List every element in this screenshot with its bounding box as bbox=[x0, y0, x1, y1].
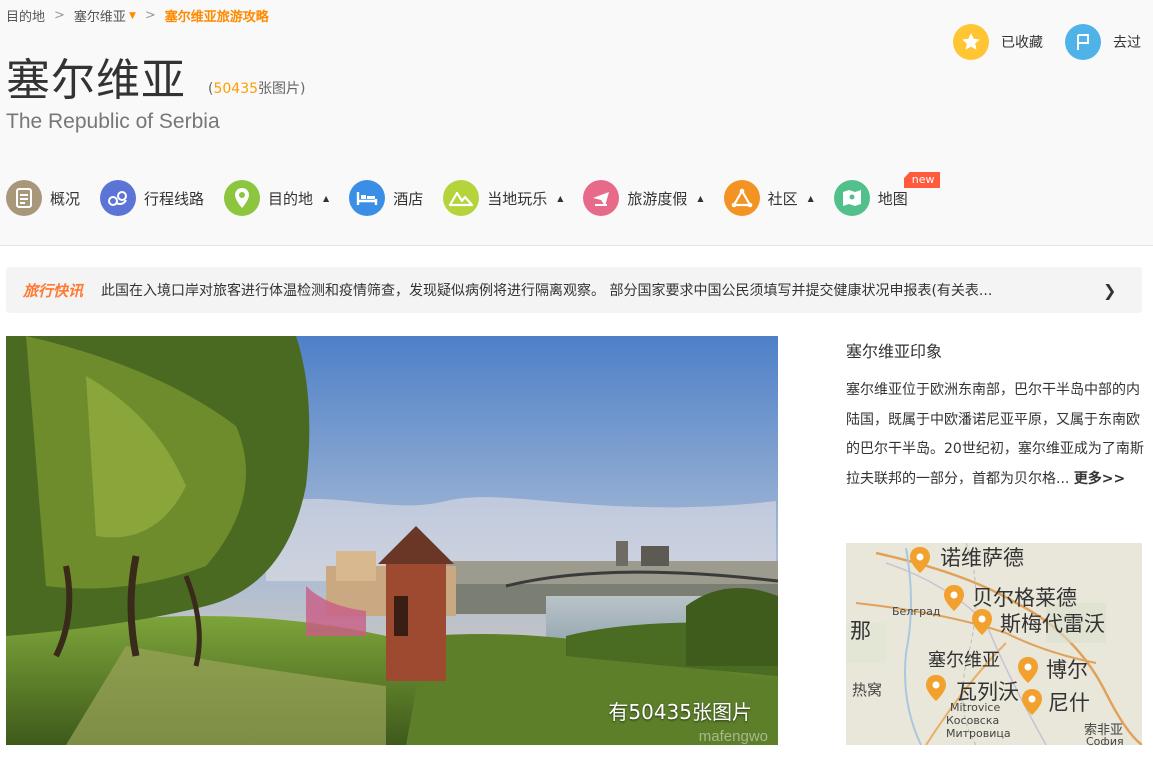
mountain-icon bbox=[443, 180, 480, 216]
news-tag: 旅行快讯 bbox=[23, 281, 84, 300]
nav-label: 目的地 bbox=[268, 189, 314, 208]
impression-title: 塞尔维亚印象 bbox=[846, 342, 943, 361]
page-subtitle: The Republic of Serbia bbox=[6, 110, 220, 133]
page-header: 目的地 > 塞尔维亚 ▼ > 塞尔维亚旅游攻略 塞尔维亚 (50435张图片) … bbox=[0, 0, 1153, 246]
dropdown-caret-icon: ▲ bbox=[697, 193, 704, 203]
dropdown-caret-icon: ▲ bbox=[807, 193, 814, 203]
breadcrumb-country[interactable]: 塞尔维亚 bbox=[74, 6, 126, 25]
impression-panel: 塞尔维亚印象 塞尔维亚位于欧洲东南部，巴尔干半岛中部的内陆国，既属于中欧潘诺尼亚… bbox=[846, 336, 1146, 494]
watermark-logo: mafengwo bbox=[698, 728, 768, 745]
map-pin-label: 诺维萨德 bbox=[940, 546, 1024, 570]
map-label: София bbox=[1086, 735, 1124, 745]
photo-count-number: 50435 bbox=[213, 81, 259, 97]
map-label: Митровица bbox=[946, 727, 1011, 740]
nav-label: 社区 bbox=[767, 189, 798, 208]
route-icon bbox=[100, 180, 137, 216]
chevron-right-icon[interactable]: ❯ bbox=[1103, 281, 1116, 300]
hero-photo[interactable]: 有50435张图片 mafengwo bbox=[6, 336, 778, 745]
nav-label: 地图 bbox=[877, 189, 908, 208]
breadcrumb: 目的地 > 塞尔维亚 ▼ > 塞尔维亚旅游攻略 bbox=[6, 6, 269, 25]
map-pin-label: 博尔 bbox=[1046, 658, 1088, 682]
header-actions: 已收藏 去过 bbox=[953, 24, 1141, 60]
country-map[interactable]: 那 热窝 塞尔维亚 Белград Mitrovice Косовска Мит… bbox=[846, 543, 1142, 745]
nav-item-destination[interactable]: 目的地 ▲ bbox=[224, 180, 329, 216]
map-label: Косовска bbox=[946, 714, 999, 727]
map-label: 那 bbox=[850, 619, 871, 643]
map-image: 那 热窝 塞尔维亚 Белград Mitrovice Косовска Мит… bbox=[846, 543, 1142, 745]
breadcrumb-separator: > bbox=[54, 8, 65, 23]
caret-down-icon[interactable]: ▼ bbox=[129, 11, 136, 21]
photo-count-suffix: 张图片) bbox=[258, 81, 306, 97]
map-country-label: 塞尔维亚 bbox=[928, 650, 1000, 671]
flag-icon bbox=[1065, 24, 1101, 60]
collected-button[interactable]: 已收藏 bbox=[953, 24, 1043, 60]
overview-icon bbox=[6, 180, 42, 216]
visited-button[interactable]: 去过 bbox=[1065, 24, 1141, 60]
location-pin-icon bbox=[224, 180, 261, 216]
photo-count[interactable]: (50435张图片) bbox=[208, 78, 305, 98]
dropdown-caret-icon: ▲ bbox=[323, 193, 330, 203]
nav-item-route[interactable]: 行程线路 bbox=[100, 180, 204, 216]
nav-item-overview[interactable]: 概况 bbox=[6, 180, 80, 216]
breadcrumb-destination[interactable]: 目的地 bbox=[6, 6, 45, 25]
plane-icon bbox=[583, 180, 620, 216]
news-text: 此国在入境口岸对旅客进行体温检测和疫情筛查，发现疑似病例将进行隔离观察。 部分国… bbox=[101, 283, 993, 299]
nav-item-vacation[interactable]: 旅游度假 ▲ bbox=[583, 180, 704, 216]
hero-landscape-image bbox=[6, 336, 778, 745]
hero-photo-count[interactable]: 有50435张图片 bbox=[608, 696, 752, 725]
visited-label: 去过 bbox=[1113, 35, 1141, 51]
bed-icon bbox=[349, 180, 386, 216]
nav-label: 行程线路 bbox=[144, 189, 205, 208]
main-nav: 概况 行程线路 目的地 ▲ 酒店 当地玩乐 ▲ 旅游度假 ▲ 社区 ▲ 地图 n… bbox=[6, 172, 941, 216]
collected-label: 已收藏 bbox=[1001, 35, 1043, 51]
nav-item-map[interactable]: 地图 new bbox=[833, 172, 941, 216]
breadcrumb-current: 塞尔维亚旅游攻略 bbox=[164, 10, 269, 25]
nav-label: 旅游度假 bbox=[627, 189, 688, 208]
map-icon bbox=[833, 180, 870, 216]
nav-item-local-fun[interactable]: 当地玩乐 ▲ bbox=[443, 180, 563, 216]
impression-text: 塞尔维亚位于欧洲东南部，巴尔干半岛中部的内陆国，既属于中欧潘诺尼亚平原，又属于东… bbox=[846, 376, 1146, 494]
dropdown-caret-icon: ▲ bbox=[557, 193, 564, 203]
star-icon bbox=[953, 24, 989, 60]
community-icon bbox=[723, 180, 760, 216]
map-pin-label: 瓦列沃 bbox=[956, 680, 1019, 704]
nav-label: 当地玩乐 bbox=[487, 189, 548, 208]
more-link[interactable]: 更多>> bbox=[1074, 471, 1125, 487]
nav-item-hotel[interactable]: 酒店 bbox=[349, 180, 423, 216]
travel-news-bar[interactable]: 旅行快讯 此国在入境口岸对旅客进行体温检测和疫情筛查，发现疑似病例将进行隔离观察… bbox=[6, 267, 1142, 313]
map-pin-label: 贝尔格莱德 bbox=[972, 586, 1077, 610]
map-label: 热窝 bbox=[852, 681, 882, 699]
map-pin-label: 尼什 bbox=[1048, 691, 1090, 715]
new-badge: new bbox=[903, 172, 941, 188]
map-pin-label: 斯梅代雷沃 bbox=[1000, 612, 1105, 636]
breadcrumb-separator: > bbox=[144, 8, 156, 23]
nav-label: 概况 bbox=[50, 189, 81, 208]
nav-label: 酒店 bbox=[393, 189, 424, 208]
nav-item-community[interactable]: 社区 ▲ bbox=[723, 180, 814, 216]
map-label: Белград bbox=[892, 605, 941, 618]
page-title: 塞尔维亚 bbox=[6, 55, 186, 106]
